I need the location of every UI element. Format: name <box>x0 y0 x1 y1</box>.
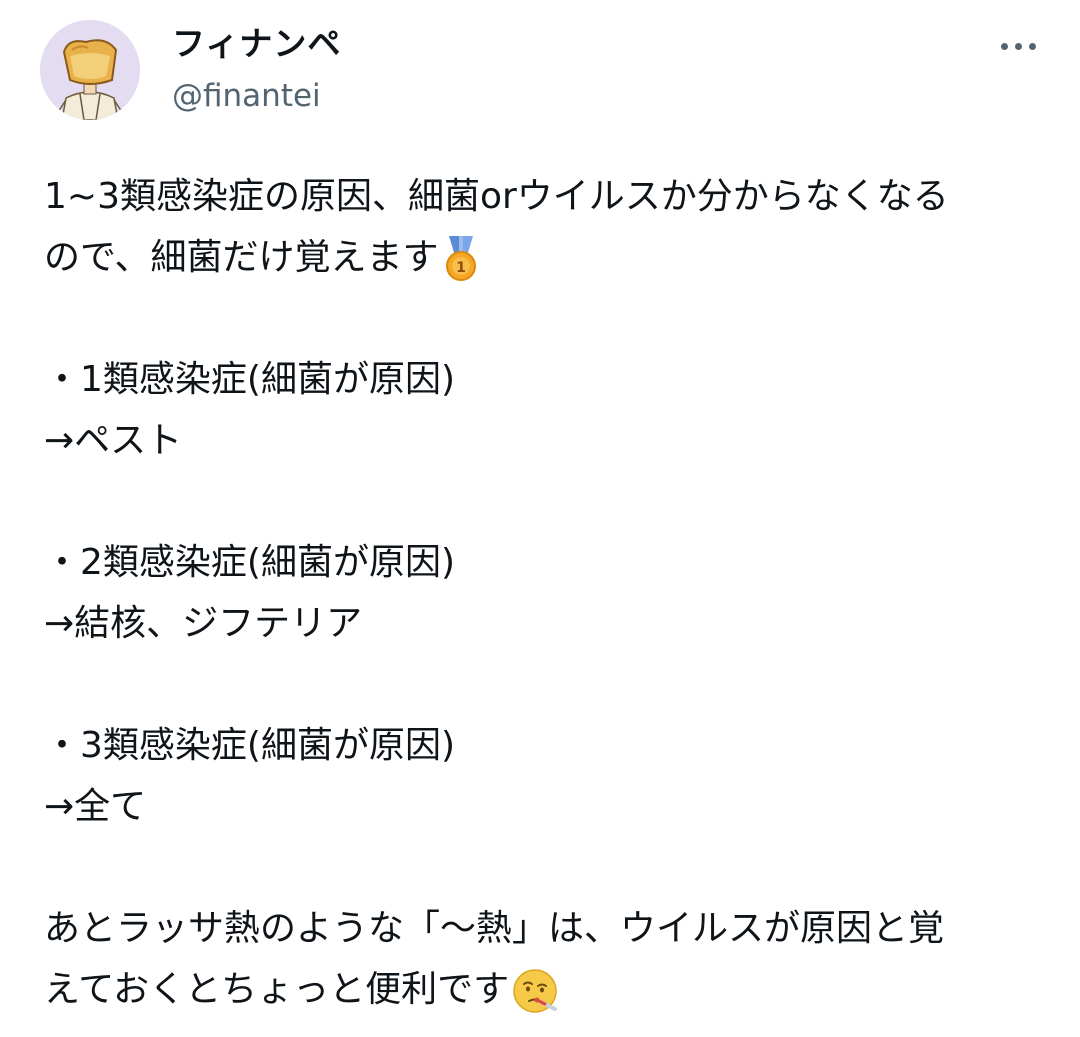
display-name[interactable]: フィナンペ <box>172 24 341 64</box>
cartoon-character-avatar-icon <box>40 20 140 120</box>
user-handle[interactable]: @finantei <box>172 76 341 116</box>
1st-place-medal-icon: 1 <box>441 236 481 282</box>
tweet-line: ・2類感染症(細菌が原因) <box>44 532 1054 593</box>
tweet-line: あとラッサ熱のような「〜熱」は、ウイルスが原因と覚 <box>44 898 1054 959</box>
tweet-line: ・1類感染症(細菌が原因) <box>44 349 1054 410</box>
tweet-text-segment: あとラッサ熱のような「〜熱」は、ウイルスが原因と覚 <box>44 908 945 949</box>
tweet-text-segment: ので、細菌だけ覚えます <box>44 237 439 278</box>
tweet-text-segment: →全て <box>44 786 147 827</box>
tweet-text-segment: →ペスト <box>44 420 183 461</box>
tweet-text: 1~3類感染症の原因、細菌orウイルスか分からなくなる ので、細菌だけ覚えます … <box>44 166 1054 1020</box>
tweet-text-segment: ・3類感染症(細菌が原因) <box>44 725 455 766</box>
tweet-text-segment: 1~3類感染症の原因、細菌orウイルスか分からなくなる <box>44 176 949 217</box>
tweet-line: えておくとちょっと便利です <box>44 959 1054 1020</box>
tweet-text-segment: →結核、ジフテリア <box>44 603 363 644</box>
tweet-line: ので、細菌だけ覚えます 1 <box>44 227 1054 288</box>
tweet-text-segment: ・2類感染症(細菌が原因) <box>44 542 455 583</box>
tweet-line: →ペスト <box>44 410 1054 471</box>
more-options-button[interactable] <box>990 26 1046 66</box>
tweet-line: 1~3類感染症の原因、細菌orウイルスか分からなくなる <box>44 166 1054 227</box>
author-info: フィナンペ @finantei <box>172 24 341 116</box>
avatar[interactable] <box>40 20 140 120</box>
more-options-icon <box>1028 42 1036 50</box>
more-options-icon <box>1000 42 1008 50</box>
more-options-icon <box>1014 42 1022 50</box>
tweet-card: フィナンペ @finantei 1~3類感染症の原因、細菌orウイルスか分からな… <box>0 0 1080 1037</box>
tweet-line: ・3類感染症(細菌が原因) <box>44 715 1054 776</box>
tweet-text-segment: えておくとちょっと便利です <box>44 969 510 1010</box>
svg-text:1: 1 <box>456 260 466 276</box>
face-with-thermometer-icon <box>511 967 559 1015</box>
tweet-line: →全て <box>44 776 1054 837</box>
tweet-line: →結核、ジフテリア <box>44 593 1054 654</box>
tweet-text-segment: ・1類感染症(細菌が原因) <box>44 359 455 400</box>
